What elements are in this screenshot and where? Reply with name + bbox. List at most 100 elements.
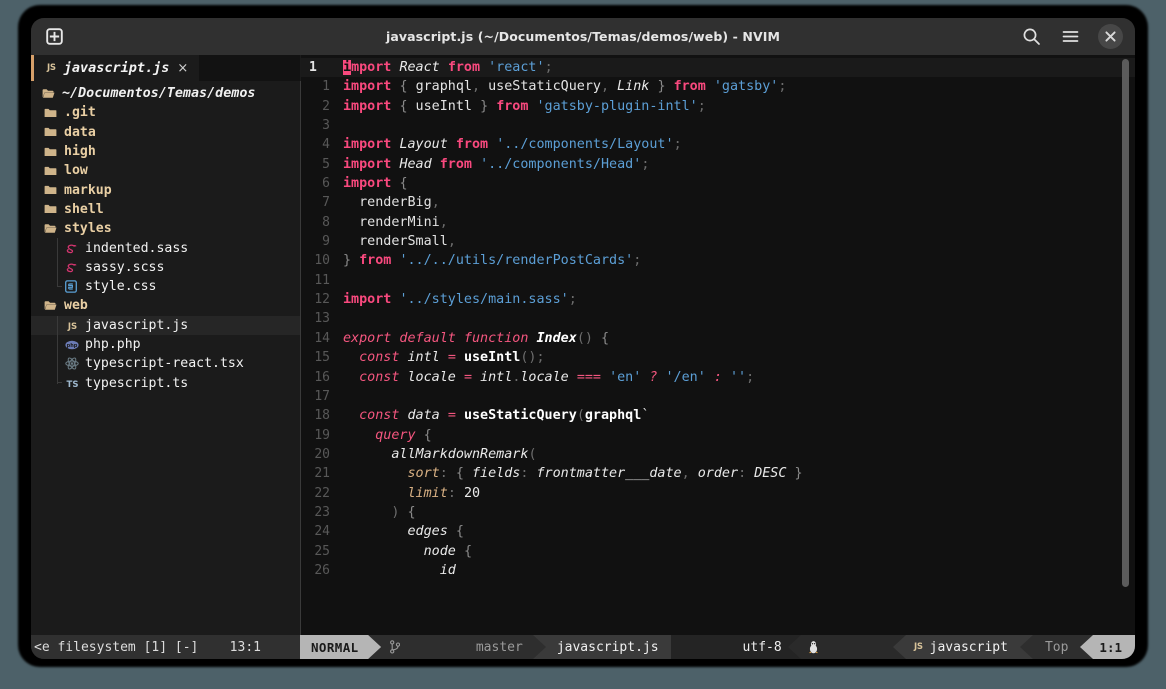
code-token: from (455, 137, 489, 153)
status-left-filesystem: <e filesystem [1] [-] 13:1 (31, 635, 300, 659)
line-number: 16 (314, 369, 330, 385)
tree-item-low[interactable]: low (31, 161, 300, 180)
hamburger-menu-icon[interactable] (1059, 26, 1081, 48)
code-token: frontmatter___date (536, 466, 682, 482)
code-token: import (343, 156, 392, 172)
code-token: '../../utils/renderPostCards' (399, 253, 634, 269)
tree-item-high[interactable]: high (31, 142, 300, 161)
code-text: node { (343, 542, 1135, 561)
code-token: , (681, 466, 690, 482)
vertical-scrollbar[interactable] (1122, 59, 1129, 587)
tree-item-markup[interactable]: markup (31, 180, 300, 199)
close-button[interactable] (1098, 24, 1123, 49)
code-line: 5 import Head from '../components/Head'; (301, 155, 1135, 174)
code-line: 26 id (301, 561, 1135, 580)
tree-item-styles[interactable]: styles (31, 219, 300, 238)
file-tree[interactable]: ~/Documentos/Temas/demos .git data high low… (31, 81, 300, 635)
code-line: 22 limit: 20 (301, 484, 1135, 503)
code-line: 6 import { (301, 174, 1135, 193)
code-editor[interactable]: 1 import React from 'react'; 1 import { gra… (301, 55, 1135, 635)
code-token: import (343, 137, 392, 153)
code-token: import (343, 79, 392, 95)
tree-item-label: markup (64, 182, 112, 198)
tree-item-sassy-scss[interactable]: sassy.scss (31, 257, 300, 277)
code-token: useStaticQuery (463, 408, 577, 424)
tree-root-row[interactable]: ~/Documentos/Temas/demos (31, 84, 300, 103)
code-token: id (439, 562, 456, 578)
tree-guide-line (57, 238, 58, 258)
tree-item-typescript-ts[interactable]: TS typescript.ts (31, 373, 300, 392)
tree-item-label: javascript.js (85, 317, 189, 333)
code-token: () (520, 350, 537, 366)
tree-item-php-php[interactable]: php php.php (31, 334, 300, 355)
tree-item-javascript-js[interactable]: JS javascript.js (31, 315, 300, 335)
code-token: { (399, 79, 408, 95)
code-text: renderSmall, (343, 232, 1135, 251)
code-line: 10} from '../../utils/renderPostCards'; (301, 251, 1135, 270)
code-line: 1 import { graphql, useStaticQuery, Link … (301, 77, 1135, 96)
tabline: JS javascript.js × (31, 55, 300, 81)
code-token: import (343, 98, 392, 114)
code-text: import { (343, 174, 1135, 193)
code-text: import '../styles/main.sass'; (343, 290, 1135, 309)
code-line: 25 node { (301, 542, 1135, 561)
search-icon[interactable] (1020, 26, 1042, 48)
tree-item-indented-sass[interactable]: indented.sass (31, 238, 300, 258)
line-number: 21 (314, 466, 330, 482)
code-token: graphql (584, 408, 642, 424)
tree-item-web[interactable]: web (31, 296, 300, 315)
code-lines: 1 import React from 'react'; 1 import { gra… (301, 58, 1135, 580)
folder-open-icon (44, 223, 59, 234)
line-number: 4 (322, 137, 330, 153)
code-line: 13 (301, 309, 1135, 328)
folder-icon (44, 204, 59, 214)
title-bar-left (43, 26, 65, 48)
folder-icon (44, 108, 59, 118)
tab-close-icon[interactable]: × (177, 61, 188, 76)
tree-item-style-css[interactable]: style.css (31, 276, 300, 296)
code-token: mport (351, 60, 392, 75)
code-token: { (455, 524, 464, 540)
line-number: 25 (314, 543, 330, 559)
code-token: graphql (415, 79, 472, 95)
tree-item-data[interactable]: data (31, 123, 300, 142)
code-token: } (657, 79, 666, 95)
tree-item-shell[interactable]: shell (31, 200, 300, 219)
tree-item--git[interactable]: .git (31, 103, 300, 122)
filesystem-status-text: <e filesystem [1] [-] 13:1 (34, 639, 261, 655)
code-token: === (576, 369, 601, 385)
tab-javascript-js[interactable]: JS javascript.js × (34, 55, 200, 81)
status-scroll: Top (1032, 635, 1081, 659)
code-token: 'gatsby' (713, 79, 779, 95)
tree-item-label: high (64, 144, 96, 160)
tree-guide-elbow (57, 382, 62, 384)
line-number: 23 (314, 504, 330, 520)
tree-guide-line (57, 334, 58, 355)
typescript-file-icon: TS (66, 379, 79, 390)
code-token: } (794, 466, 803, 482)
code-line: 19 query { (301, 426, 1135, 445)
tab-label: javascript.js (63, 60, 170, 76)
new-tab-icon[interactable] (43, 26, 65, 48)
code-token: intl (480, 369, 513, 385)
code-token: ; (697, 98, 706, 114)
tree-item-typescript-react-tsx[interactable]: typescript-react.tsx (31, 354, 300, 374)
code-token: ` (641, 408, 650, 424)
css-file-icon (65, 280, 80, 293)
linux-penguin-icon (808, 610, 886, 659)
tree-root-label: ~/Documentos/Temas/demos (62, 86, 256, 102)
git-branch-label: master (475, 639, 523, 655)
code-token: ; (746, 369, 755, 385)
tree-item-label: indented.sass (85, 240, 189, 256)
file-tree-sidebar: JS javascript.js × ~/Documentos/Temas/de… (31, 55, 300, 635)
code-token: sort (407, 466, 440, 482)
code-token: '../components/Layout' (496, 137, 674, 153)
